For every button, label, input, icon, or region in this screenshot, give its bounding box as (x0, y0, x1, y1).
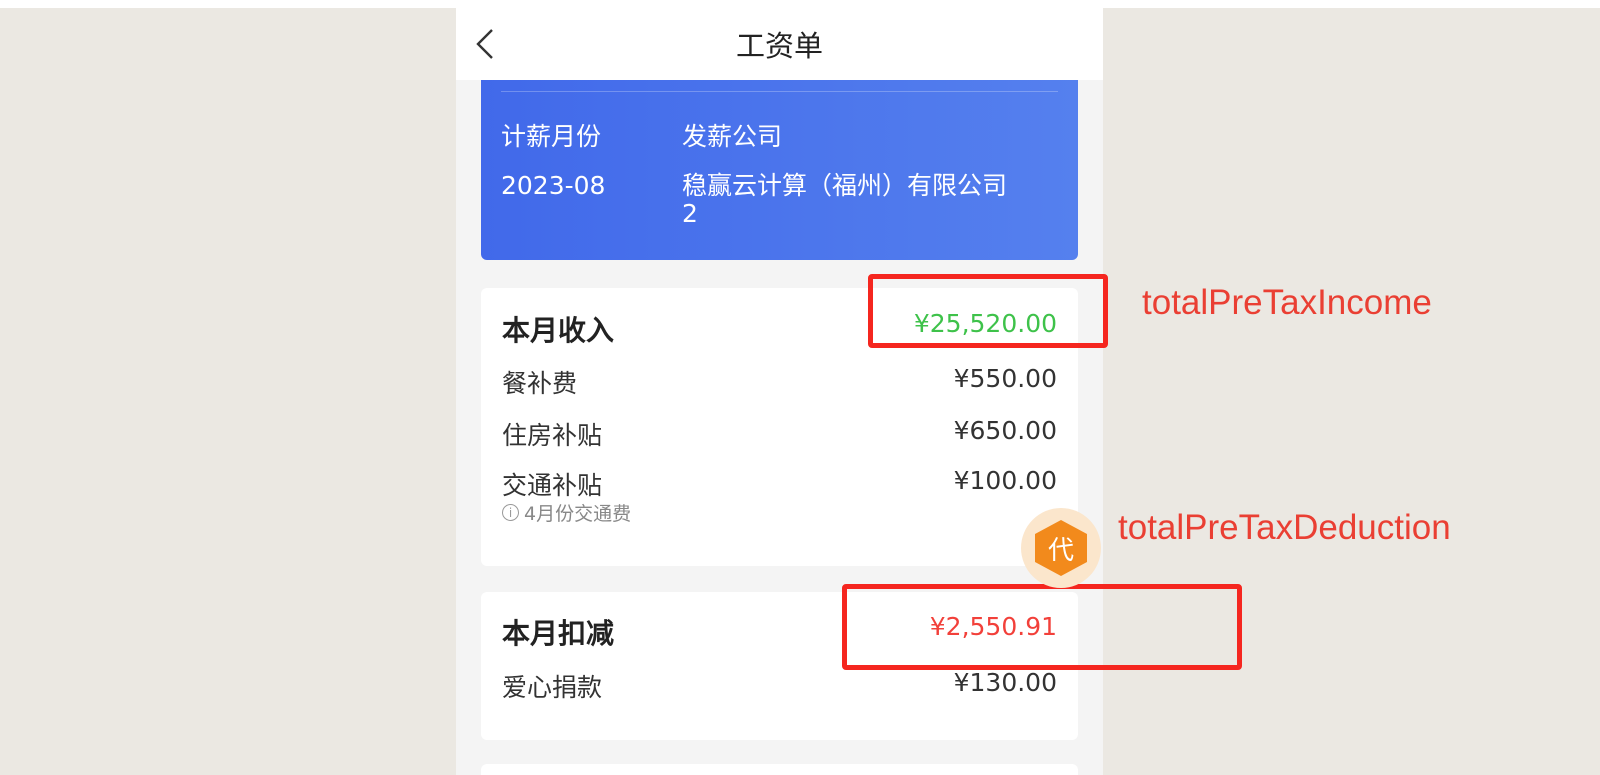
note-text: 4月份交通费 (524, 503, 632, 525)
back-button[interactable] (470, 26, 500, 62)
deduction-item-label: 爱心捐款 (502, 673, 603, 702)
income-item-label: 住房补贴 (502, 421, 603, 450)
deduction-annotation: totalPreTaxDeduction (1118, 508, 1451, 547)
income-item-value: ¥550.00 (953, 364, 1057, 393)
floating-action-button[interactable]: 代 (1021, 508, 1101, 588)
company-value: 稳赢云计算（福州）有限公司 (682, 171, 1008, 200)
income-title: 本月收入 (502, 314, 615, 347)
deduction-highlight-box (842, 584, 1242, 670)
income-annotation: totalPreTaxIncome (1142, 283, 1432, 322)
income-item-label: 交通补贴 (502, 471, 603, 500)
income-item-value: ¥650.00 (953, 416, 1057, 445)
salary-info-card: 计薪月份 发薪公司 2023-08 稳赢云计算（福州）有限公司 2 (481, 80, 1078, 260)
income-item-label: 餐补费 (502, 369, 578, 398)
nav-bar: 工资单 (456, 8, 1103, 80)
page-title: 工资单 (735, 29, 823, 63)
chevron-left-icon (476, 29, 493, 59)
deduction-title: 本月扣减 (502, 617, 615, 650)
income-highlight-box (868, 274, 1108, 348)
month-value: 2023-08 (501, 171, 606, 200)
top-strip (0, 0, 1600, 8)
company-label: 发薪公司 (682, 122, 783, 151)
income-item-value: ¥100.00 (953, 466, 1057, 495)
card-divider (501, 91, 1058, 92)
info-icon: i (502, 504, 519, 521)
deduction-item-value: ¥130.00 (953, 668, 1057, 697)
income-item-note: i 4月份交通费 (502, 499, 631, 526)
month-label: 计薪月份 (501, 122, 602, 151)
badge-text: 代 (1047, 535, 1074, 566)
company-value-suffix: 2 (682, 199, 698, 228)
hexagon-badge-icon: 代 (1035, 520, 1087, 576)
next-card (481, 764, 1078, 775)
